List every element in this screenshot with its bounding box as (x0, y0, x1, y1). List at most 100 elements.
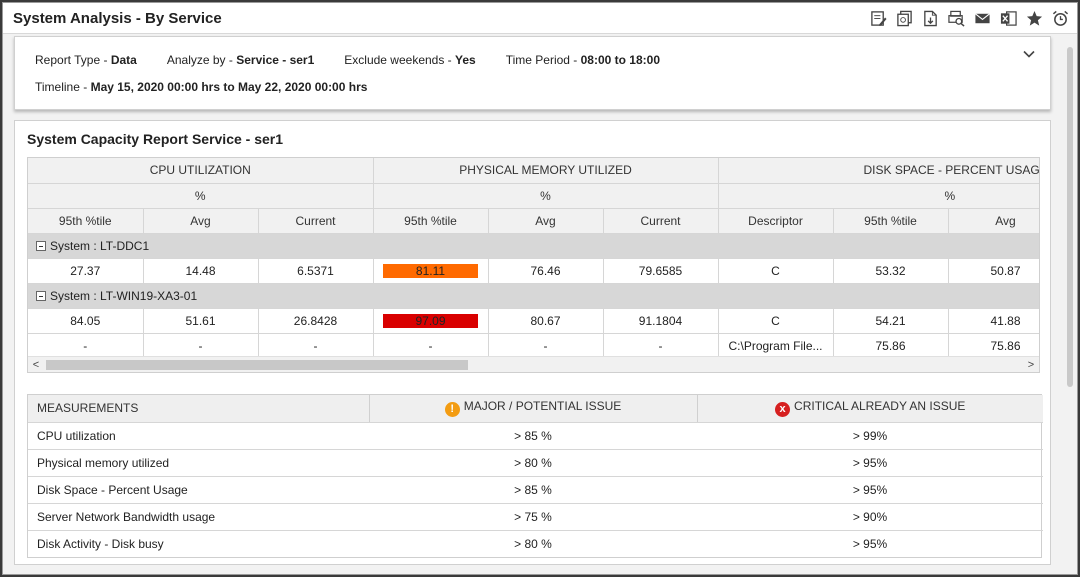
table-row: 84.05 51.61 26.8428 97.09 80.67 91.1804 C 54.21… (28, 308, 1039, 334)
filter-timeline: Timeline - May 15, 2020 00:00 hrs to May… (35, 80, 368, 94)
measurement-row: Server Network Bandwidth usage > 75 % > 90… (28, 503, 1043, 531)
table-cell: C (718, 258, 834, 284)
filter-exclude-weekends: Exclude weekends - Yes (344, 53, 476, 67)
threshold-highlight: 81.11 (383, 263, 478, 278)
major-threshold: > 80 % (369, 449, 697, 477)
chevron-down-icon[interactable] (1022, 47, 1036, 61)
column-header[interactable]: Avg (143, 208, 259, 234)
system-group-label: System : LT-DDC1 (50, 238, 150, 253)
table-cell: C (718, 308, 834, 334)
measurement-name: Disk Activity - Disk busy (37, 536, 164, 551)
table-cell: - (373, 333, 489, 359)
table-cell: 41.88 (948, 308, 1039, 334)
alarm-schedule-icon[interactable] (1051, 9, 1069, 27)
column-header[interactable]: Current (258, 208, 374, 234)
excel-icon[interactable] (999, 9, 1017, 27)
scroll-left-arrow-icon[interactable]: < (28, 357, 44, 372)
column-header[interactable]: Descriptor (718, 208, 834, 234)
print-preview-icon[interactable] (947, 9, 965, 27)
system-group-label: System : LT-WIN19-XA3-01 (50, 288, 198, 303)
table-cell: 51.61 (143, 308, 259, 334)
table-cell: 6.5371 (258, 258, 374, 284)
scroll-thumb[interactable] (46, 360, 468, 370)
measurement-name: CPU utilization (28, 422, 369, 450)
export-file-icon[interactable] (921, 9, 939, 27)
filter-time-period: Time Period - 08:00 to 18:00 (505, 53, 661, 67)
critical-x-icon: x (775, 402, 791, 418)
copy-report-icon[interactable] (895, 9, 913, 27)
column-header[interactable]: 95th %tile (833, 208, 949, 234)
critical-threshold: > 90% (697, 503, 1043, 531)
collapse-minus-icon[interactable] (36, 290, 46, 301)
filter-analyze-by: Analyze by - Service - ser1 (166, 53, 315, 67)
major-threshold: > 75 % (369, 503, 697, 531)
measurement-name: Server Network Bandwidth usage (28, 503, 369, 531)
table-cell: - (143, 333, 259, 359)
column-header[interactable]: Avg (488, 208, 604, 234)
measurement-name: Disk Space - Percent Usage (28, 476, 369, 504)
table-cell: 75.86 (948, 333, 1039, 359)
table-cell: 80.67 (488, 308, 604, 334)
table-cell: 54.21 (833, 308, 949, 334)
unit-header: % (28, 183, 374, 209)
table-cell: 76.46 (488, 258, 604, 284)
measurement-row: Disk Activity - Disk busy > 80 % > 95% (28, 530, 1043, 557)
table-cell: 14.48 (143, 258, 259, 284)
email-icon[interactable] (973, 9, 991, 27)
table-cell: - (603, 333, 719, 359)
major-threshold: > 85 % (369, 476, 697, 504)
group-header: DISK SPACE - PERCENT USAGE (718, 158, 1039, 184)
system-group-row[interactable]: System : LT-DDC1 (28, 233, 1039, 259)
horizontal-scrollbar[interactable]: < > (28, 356, 1039, 372)
table-cell: - (488, 333, 604, 359)
system-group-row[interactable]: System : LT-WIN19-XA3-01 (28, 283, 1039, 309)
major-threshold: > 85 % (369, 422, 697, 450)
toolbar (869, 9, 1069, 27)
column-header[interactable]: 95th %tile (373, 208, 489, 234)
table-cell: 27.37 (28, 258, 144, 284)
scroll-thumb[interactable] (1067, 47, 1073, 387)
report-title: System Capacity Report Service - ser1 (27, 131, 284, 147)
table-cell: - (28, 333, 144, 359)
measurements-table: MEASUREMENTS ! MAJOR / POTENTIAL ISSUE xC… (27, 394, 1043, 558)
column-header[interactable]: Current (603, 208, 719, 234)
filter-summary-panel: Report Type - Data Analyze by - Service … (14, 36, 1051, 110)
critical-threshold: > 95% (697, 476, 1043, 504)
column-header[interactable]: Avg (948, 208, 1039, 234)
table-cell: 50.87 (948, 258, 1039, 284)
vertical-scrollbar[interactable] (1065, 43, 1075, 563)
collapse-minus-icon[interactable] (36, 240, 46, 251)
major-threshold: > 80 % (514, 536, 552, 551)
warning-icon: ! (444, 402, 460, 418)
critical-issue-header: x CRITICAL ALREADY AN ISSUE (697, 395, 1043, 423)
filter-row: Report Type - Data Analyze by - Service … (35, 53, 660, 67)
critical-threshold: > 95% (697, 449, 1043, 477)
table-cell: 91.1804 (603, 308, 719, 334)
measurement-row: Disk Space - Percent Usage > 85 % > 95% (28, 476, 1043, 504)
table-cell: 84.05 (28, 308, 144, 334)
capacity-grid: CPU UTILIZATION PHYSICAL MEMORY UTILIZED… (27, 157, 1040, 373)
edit-report-icon[interactable] (869, 9, 887, 27)
report-panel: System Capacity Report Service - ser1 CP… (14, 120, 1051, 565)
scroll-right-arrow-icon[interactable]: > (1023, 357, 1039, 372)
unit-header: % (718, 183, 1039, 209)
table-cell: C:\Program File... (718, 333, 834, 359)
filter-row: Timeline - May 15, 2020 00:00 hrs to May… (35, 80, 367, 94)
table-cell: 75.86 (833, 333, 949, 359)
favorite-star-icon[interactable] (1025, 9, 1043, 27)
group-header: CPU UTILIZATION (28, 158, 374, 184)
table-row: - - - - - - C:\Program File... 75.86 75.86 (28, 333, 1039, 359)
major-issue-header: ! MAJOR / POTENTIAL ISSUE (369, 395, 698, 423)
table-cell: 79.6585 (603, 258, 719, 284)
measurements-header: MEASUREMENTS (28, 395, 370, 423)
page-title: System Analysis - By Service (13, 10, 222, 27)
column-header[interactable]: 95th %tile (28, 208, 144, 234)
measurement-row: CPU utilization > 85 % > 99% (28, 422, 1043, 450)
measurement-name: Physical memory utilized (28, 449, 369, 477)
unit-header: % (373, 183, 719, 209)
filter-report-type: Report Type - Data (35, 53, 137, 67)
table-cell: 81.11 (373, 258, 489, 284)
critical-threshold: > 99% (697, 422, 1043, 450)
measurement-row: Physical memory utilized > 80 % > 95% (28, 449, 1043, 477)
threshold-highlight: 97.09 (383, 313, 478, 328)
